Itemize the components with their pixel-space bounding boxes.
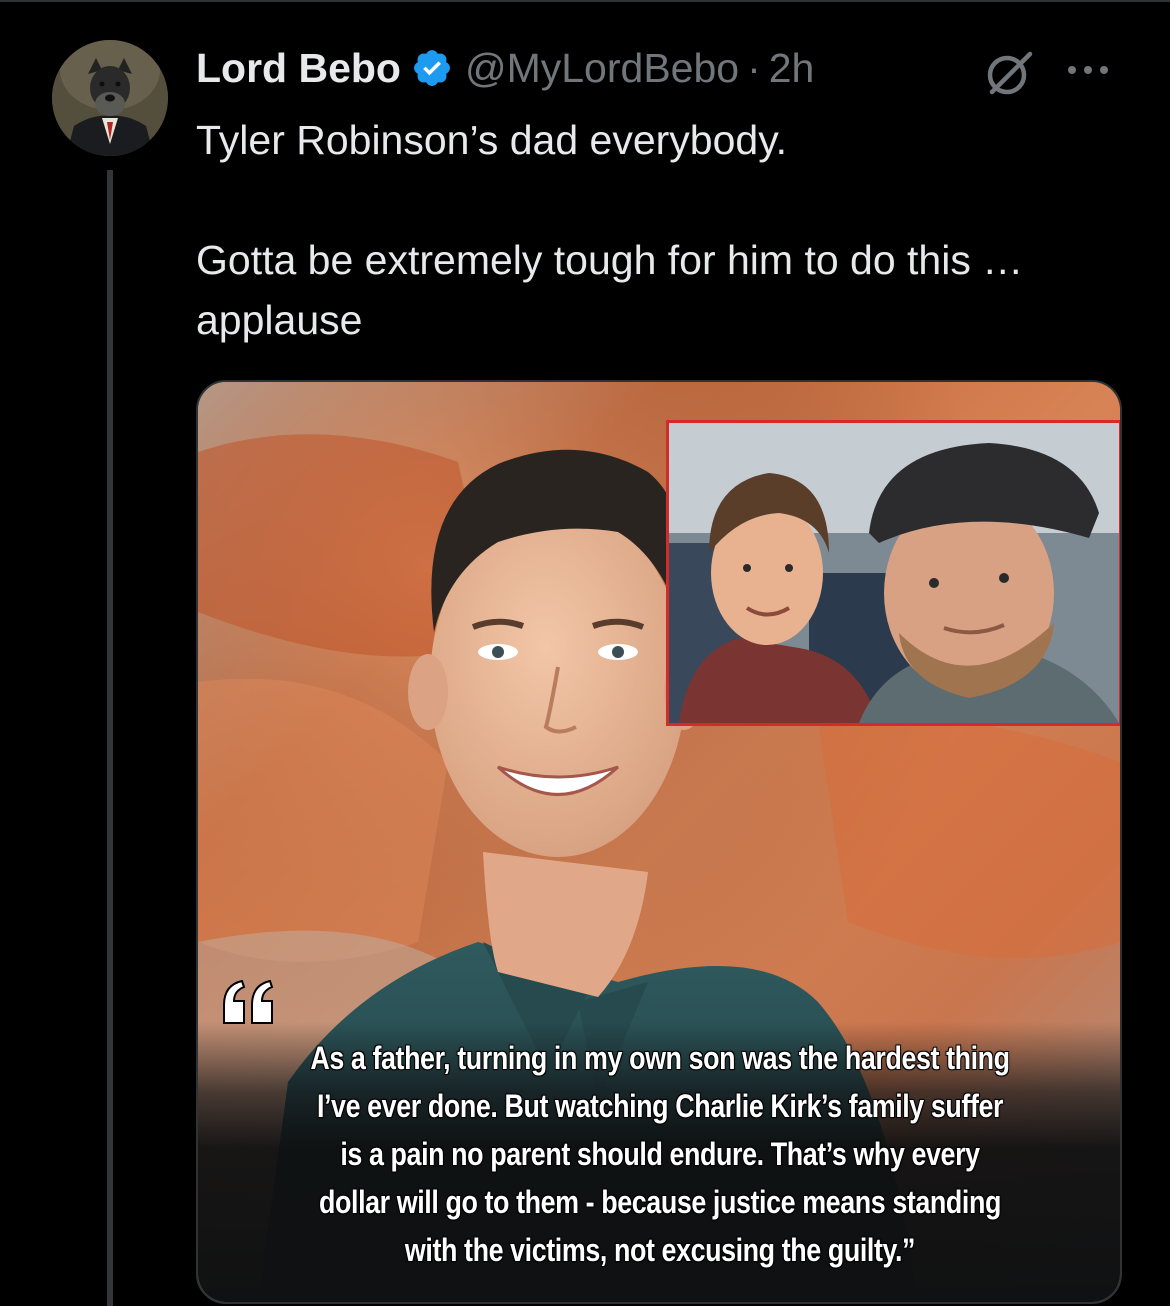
grok-icon[interactable] [984,48,1034,98]
avatar[interactable] [52,40,168,156]
author-display-name[interactable]: Lord Bebo [196,45,401,92]
separator-dot: · [747,44,761,91]
avatar-dog-in-suit-icon [52,40,168,156]
quote-line: I’ve ever done. But watching Charlie Kir… [316,1088,1004,1124]
quote-line: is a pain no parent should endure. That’… [340,1136,980,1172]
verified-badge-icon[interactable] [411,47,453,89]
quote-mark-icon [223,979,274,1024]
post-text-line: Tyler Robinson’s dad everybody. [196,117,788,163]
quote-text: As a father, turning in my own son was t… [287,1034,1033,1274]
author-handle[interactable]: @MyLordBebo [465,45,739,92]
post-text-line: Gotta be extremely tough for him to do t… [196,237,1024,343]
more-icon[interactable] [1062,50,1114,90]
quote-line: with the victims, not excusing the guilt… [404,1232,916,1268]
post-text: Tyler Robinson’s dad everybody. Gotta be… [196,110,1126,350]
tweet-view: Lord Bebo @MyLordBebo · 2h Tyler Robinso… [0,0,1170,1306]
post-time[interactable]: 2h [769,45,815,92]
thread-line [107,170,113,1306]
inset-photo [666,420,1120,726]
quote-line: As a father, turning in my own son was t… [310,1040,1010,1076]
father-son-selfie [669,423,1119,723]
post-media-image[interactable]: As a father, turning in my own son was t… [196,380,1122,1304]
post-header: Lord Bebo @MyLordBebo · 2h [196,42,814,94]
top-divider [0,0,1170,2]
quote-line: dollar will go to them - because justice… [319,1184,1001,1220]
